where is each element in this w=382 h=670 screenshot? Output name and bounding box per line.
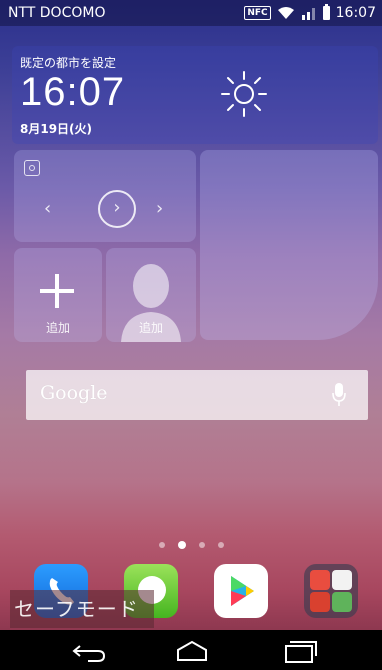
play-icon[interactable]: › bbox=[98, 190, 136, 228]
status-icons: NFC 16:07 bbox=[244, 0, 376, 26]
next-icon[interactable]: › bbox=[156, 198, 163, 219]
google-search-bar[interactable]: Google bbox=[26, 370, 368, 420]
page-dot bbox=[198, 542, 205, 548]
gmail-icon bbox=[332, 570, 352, 590]
contact-add-label: 追加 bbox=[138, 321, 163, 335]
nfc-icon: NFC bbox=[244, 6, 271, 20]
google-apps-folder-icon[interactable] bbox=[304, 564, 358, 618]
chrome-icon bbox=[310, 570, 330, 590]
widget-placeholder[interactable] bbox=[200, 150, 378, 340]
page-indicator bbox=[0, 541, 382, 549]
wifi-icon bbox=[277, 7, 294, 19]
city-label[interactable]: 既定の都市を設定 bbox=[20, 54, 116, 71]
google-plus-icon bbox=[310, 592, 330, 612]
status-bar: NTT DOCOMO NFC 16:07 bbox=[0, 0, 382, 26]
page-dot bbox=[158, 542, 165, 548]
plus-icon bbox=[40, 274, 74, 308]
disc-icon[interactable] bbox=[24, 160, 40, 176]
microphone-icon[interactable] bbox=[332, 382, 346, 408]
add-contact-tile[interactable]: 追加 bbox=[106, 248, 196, 342]
home-icon[interactable] bbox=[172, 638, 212, 664]
clock-widget[interactable]: 既定の都市を設定 16:07 8月19日(火) bbox=[12, 46, 378, 144]
page-dot-active bbox=[177, 541, 186, 549]
google-logo: Google bbox=[40, 382, 108, 404]
page-dot bbox=[217, 542, 224, 548]
clock-time[interactable]: 16:07 bbox=[20, 70, 125, 115]
signal-icon bbox=[301, 8, 315, 20]
carrier-name: NTT DOCOMO bbox=[8, 5, 106, 21]
sun-icon[interactable] bbox=[218, 68, 270, 120]
clock-date: 8月19日(火) bbox=[20, 122, 93, 136]
recents-icon[interactable] bbox=[280, 638, 320, 664]
back-icon[interactable] bbox=[70, 638, 110, 664]
maps-icon bbox=[332, 592, 352, 612]
music-widget[interactable]: ‹ › › bbox=[14, 150, 196, 242]
previous-icon[interactable]: ‹ bbox=[44, 198, 51, 219]
navigation-bar bbox=[0, 630, 382, 670]
add-label: 追加 bbox=[45, 321, 70, 335]
battery-icon bbox=[322, 4, 330, 20]
safe-mode-label: セーフモード bbox=[10, 590, 154, 628]
add-shortcut-tile[interactable]: 追加 bbox=[14, 248, 102, 342]
status-time: 16:07 bbox=[335, 5, 376, 21]
play-store-icon[interactable] bbox=[214, 564, 268, 618]
